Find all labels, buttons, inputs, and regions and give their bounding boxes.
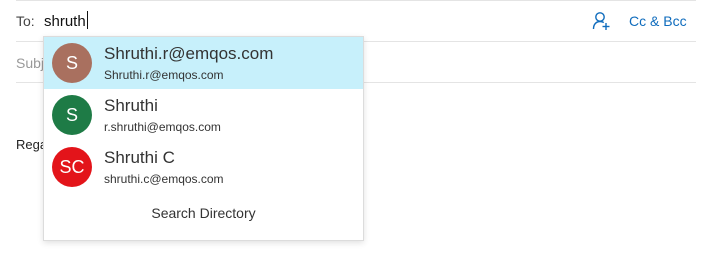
person-add-icon[interactable] — [592, 11, 610, 31]
recipient-suggestions-dropdown: S Shruthi.r@emqos.com Shruthi.r@emqos.co… — [43, 36, 364, 241]
avatar: S — [52, 43, 92, 83]
suggestion-name: Shruthi C — [104, 148, 175, 167]
text-caret — [86, 11, 88, 29]
suggestion-email: r.shruthi@emqos.com — [104, 120, 221, 134]
avatar: SC — [52, 147, 92, 187]
search-directory-button[interactable]: Search Directory — [44, 205, 363, 221]
suggestion-email: shruthi.c@emqos.com — [104, 172, 224, 186]
to-input[interactable]: shruth — [44, 11, 88, 30]
suggestion-item[interactable]: S Shruthi r.shruthi@emqos.com — [44, 89, 363, 141]
to-label: To: — [16, 13, 35, 29]
suggestion-item[interactable]: S Shruthi.r@emqos.com Shruthi.r@emqos.co… — [44, 37, 363, 89]
suggestion-name: Shruthi.r@emqos.com — [104, 44, 274, 63]
suggestion-name: Shruthi — [104, 96, 158, 115]
avatar: S — [52, 95, 92, 135]
cc-bcc-button[interactable]: Cc & Bcc — [629, 13, 687, 29]
to-input-text: shruth — [44, 13, 86, 30]
suggestion-email: Shruthi.r@emqos.com — [104, 68, 224, 82]
subject-field[interactable]: Subj — [16, 55, 44, 71]
suggestion-item[interactable]: SC Shruthi C shruthi.c@emqos.com — [44, 141, 363, 193]
top-divider — [16, 0, 696, 1]
